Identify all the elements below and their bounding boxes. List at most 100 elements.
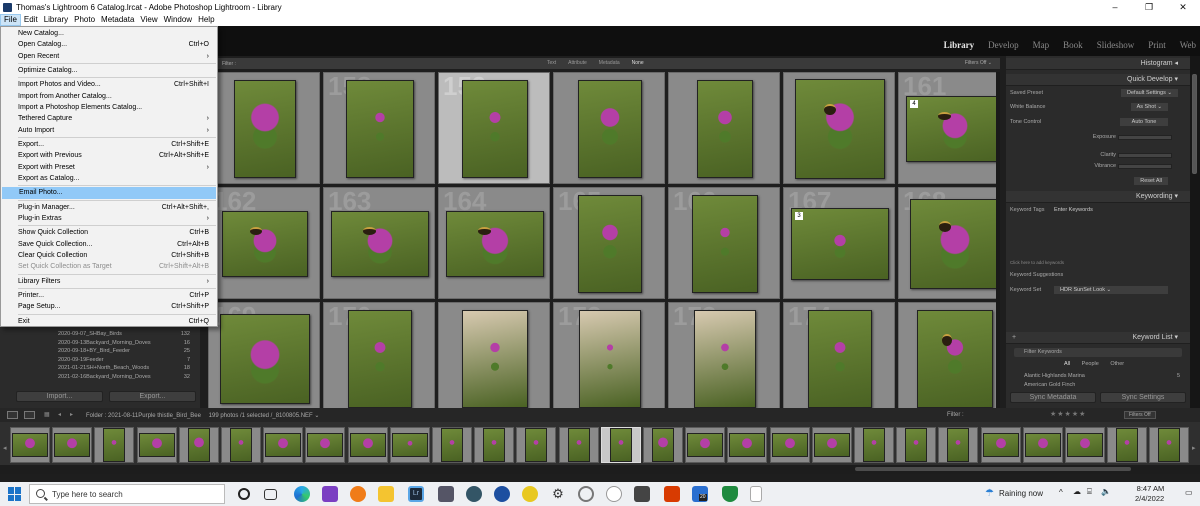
add-keyword-button[interactable]: + — [1012, 332, 1016, 344]
thistle-photo[interactable] — [808, 310, 872, 408]
primary-window-button[interactable] — [7, 411, 18, 419]
security-shield-icon[interactable] — [494, 486, 510, 502]
filmstrip-scroll-thumb[interactable] — [855, 467, 1131, 471]
menu-photo[interactable]: Photo — [71, 14, 98, 26]
thistle-photo[interactable] — [234, 80, 296, 178]
filmstrip-thumbnail[interactable] — [1107, 427, 1148, 463]
filmstrip-thumbnail[interactable] — [52, 427, 93, 463]
maximize-button[interactable]: ❐ — [1132, 0, 1166, 14]
menu-item-optimize-catalog[interactable]: Optimize Catalog... — [1, 65, 217, 76]
menu-library[interactable]: Library — [41, 14, 71, 26]
thistle-photo[interactable] — [694, 310, 756, 408]
keyword-set-dropdown[interactable]: HDR SunSet Look ⌄ — [1054, 286, 1168, 294]
filmstrip-thumbnail[interactable] — [600, 427, 641, 463]
filter-keywords-input[interactable]: Filter Keywords — [1014, 348, 1182, 357]
filmstrip-thumbnail[interactable] — [10, 427, 50, 463]
thistle-photo[interactable] — [462, 80, 528, 178]
filmstrip-thumbnail[interactable] — [347, 427, 388, 463]
filmstrip-thumbnail[interactable] — [685, 427, 726, 463]
menu-item-save-quick-collection[interactable]: Save Quick Collection... Ctrl+Alt+B — [1, 239, 217, 250]
vibrance-stepper[interactable] — [1118, 164, 1172, 169]
grid-cell[interactable] — [553, 72, 665, 184]
module-map[interactable]: Map — [1033, 40, 1050, 50]
histogram-header[interactable]: Histogram ◂ — [1006, 58, 1190, 70]
grid-cell[interactable]: 158 — [323, 72, 435, 184]
menu-item-import-from-another-catalog[interactable]: Import from Another Catalog... — [1, 91, 217, 102]
file-explorer-icon[interactable] — [378, 486, 394, 502]
grid-cell[interactable]: 170 — [323, 302, 435, 408]
filmstrip-thumbnail[interactable] — [1065, 427, 1105, 463]
app-icon-dark[interactable] — [634, 486, 650, 502]
stack-count-badge[interactable]: 3 — [795, 212, 803, 220]
thistle-photo[interactable] — [578, 80, 642, 178]
grid-view-icon[interactable]: ▦ — [44, 411, 50, 418]
network-icon[interactable]: ⌸ — [1087, 487, 1092, 497]
menu-item-export-with-previous[interactable]: Export with Previous Ctrl+Alt+Shift+E — [1, 150, 217, 161]
menu-help[interactable]: Help — [195, 14, 217, 26]
thistle-photo[interactable] — [220, 314, 310, 404]
bee-on-thistle-photo[interactable] — [917, 310, 993, 408]
filmstrip-thumbnail[interactable] — [221, 427, 261, 463]
menu-item-export-as-catalog[interactable]: Export as Catalog... — [1, 173, 217, 184]
bee-on-thistle-photo[interactable] — [906, 96, 996, 162]
grid-cell[interactable]: 163 — [323, 187, 435, 299]
edge-browser-icon[interactable] — [294, 486, 310, 502]
menu-window[interactable]: Window — [161, 14, 195, 26]
taskbar-search-box[interactable]: Type here to search — [29, 484, 225, 504]
taskbar-clock[interactable]: 8:47 AM 2/4/2022 — [1135, 484, 1164, 504]
menu-item-clear-quick-collection[interactable]: Clear Quick Collection Ctrl+Shift+B — [1, 250, 217, 261]
settings-gear-icon[interactable]: ⚙ — [550, 486, 566, 502]
app-icon-building[interactable] — [438, 486, 454, 502]
filter-tab-text[interactable]: Text — [542, 59, 561, 67]
thistle-photo[interactable] — [462, 310, 528, 408]
grid-cell[interactable]: 169 — [208, 302, 320, 408]
stack-count-badge[interactable]: 4 — [910, 100, 918, 108]
folder-row[interactable]: 2021-01-21SH+North_Beach_Woods 18 — [16, 364, 196, 373]
menu-item-export[interactable]: Export... Ctrl+Shift+E — [1, 139, 217, 150]
grid-cell[interactable]: 172 — [553, 302, 665, 408]
filmstrip-thumbnail[interactable] — [432, 427, 472, 463]
photo-app-icon[interactable] — [322, 486, 338, 502]
app-icon-round[interactable] — [606, 486, 622, 502]
filmstrip-thumbnail[interactable] — [516, 427, 557, 463]
module-print[interactable]: Print — [1148, 40, 1166, 50]
onedrive-icon[interactable]: ☁ — [1073, 487, 1081, 496]
menu-item-import-a-photoshop-elements-catalog[interactable]: Import a Photoshop Elements Catalog... — [1, 102, 217, 113]
grid-cell[interactable]: 167 3 — [783, 187, 895, 299]
bee-on-thistle-photo[interactable] — [222, 211, 308, 277]
menu-view[interactable]: View — [137, 14, 160, 26]
menu-item-plug-in-extras[interactable]: Plug-in Extras › — [1, 213, 217, 224]
close-button[interactable]: ✕ — [1166, 0, 1200, 14]
keyword-item[interactable]: Alantic Highlands Marina 5 — [1010, 372, 1182, 381]
back-arrow-icon[interactable]: ◂ — [58, 411, 61, 418]
kw-tab-other[interactable]: Other — [1110, 361, 1124, 367]
outlook-mail-icon[interactable]: 20 — [692, 486, 708, 502]
filmstrip-thumbnail[interactable] — [305, 427, 346, 463]
tray-chevron-icon[interactable]: ^ — [1059, 488, 1063, 497]
grid-cell[interactable] — [783, 72, 895, 184]
menu-item-tethered-capture[interactable]: Tethered Capture › — [1, 113, 217, 124]
source-path[interactable]: Folder : 2021-08-11Purple thistle_Bird_B… — [86, 412, 319, 419]
click-to-add-keywords[interactable]: Click here to add keywords — [1010, 258, 1182, 267]
defender-shield-icon[interactable] — [722, 486, 738, 502]
kw-tab-all[interactable]: All — [1064, 361, 1070, 367]
clarity-stepper[interactable] — [1118, 153, 1172, 158]
app-icon-circle[interactable] — [578, 486, 594, 502]
grid-cell[interactable] — [668, 72, 780, 184]
grid-cell[interactable] — [438, 302, 550, 408]
sync-metadata-button[interactable]: Sync Metadata — [1010, 392, 1096, 403]
filmstrip-thumbnail[interactable] — [854, 427, 894, 463]
grid-cell[interactable] — [208, 72, 320, 184]
cortana-icon[interactable] — [238, 488, 250, 500]
document-icon[interactable] — [750, 486, 762, 502]
menu-item-auto-import[interactable]: Auto Import › — [1, 125, 217, 136]
menu-edit[interactable]: Edit — [21, 14, 41, 26]
menu-item-page-setup[interactable]: Page Setup... Ctrl+Shift+P — [1, 301, 217, 312]
weather-status[interactable]: Raining now — [999, 489, 1043, 498]
filmstrip-thumbnail[interactable] — [769, 427, 810, 463]
filmstrip-scrollbar[interactable] — [0, 465, 1200, 474]
filmstrip-filters-off[interactable]: Filters Off — [1124, 411, 1156, 419]
grid-cell[interactable]: 161 4 — [898, 72, 996, 184]
filmstrip-thumbnail[interactable] — [1149, 427, 1190, 463]
module-develop[interactable]: Develop — [988, 40, 1019, 50]
